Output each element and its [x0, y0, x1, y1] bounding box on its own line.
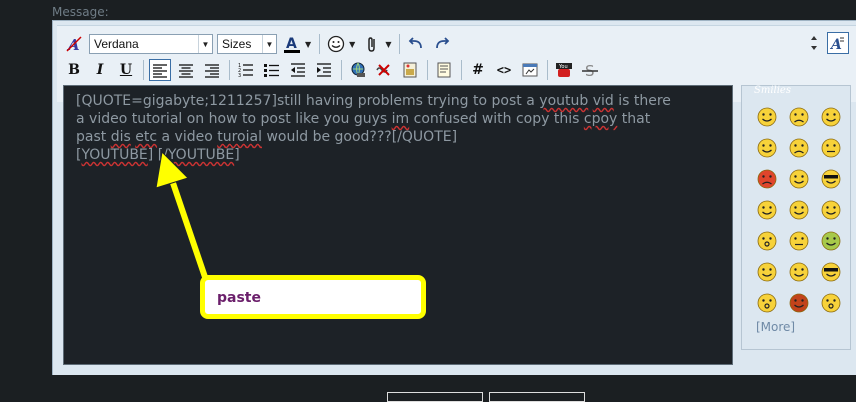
editor-line: past dis etc a video turoial would be go… — [76, 129, 458, 145]
smiley-happy-icon[interactable] — [820, 106, 842, 128]
toolbar-right-controls: A — [807, 32, 853, 54]
smiley-wow-icon[interactable] — [756, 230, 778, 252]
text-color-icon[interactable]: A — [281, 33, 303, 55]
smiley-grid — [756, 106, 842, 314]
smiley-neutral-icon[interactable] — [820, 137, 842, 159]
smiley-party-icon[interactable] — [756, 261, 778, 283]
chevron-down-icon: ▼ — [262, 35, 276, 53]
undo-icon[interactable] — [405, 33, 427, 55]
insert-link-icon[interactable] — [347, 59, 369, 81]
chevron-down-icon[interactable]: ▼ — [349, 40, 355, 49]
annotation-arrow-icon — [155, 150, 211, 282]
toolbar-divider — [319, 34, 321, 54]
italic-button[interactable]: I — [89, 59, 111, 81]
misspelled-word: turoial — [217, 129, 262, 145]
smiley-wink-icon[interactable] — [756, 199, 778, 221]
svg-text:3: 3 — [238, 73, 241, 79]
smiley-devil-icon[interactable] — [788, 292, 810, 314]
misspelled-word: YOUTUBE — [81, 147, 148, 163]
chevron-down-icon: ▼ — [198, 35, 212, 53]
smiley-smile-icon[interactable] — [820, 199, 842, 221]
smiley-sick-icon[interactable] — [820, 230, 842, 252]
redo-icon[interactable] — [431, 33, 453, 55]
editor-line: [QUOTE=gigabyte;1211257]still having pro… — [76, 93, 671, 109]
ordered-list-icon[interactable]: 123 — [235, 59, 257, 81]
misspelled-word: dis — [110, 129, 131, 145]
smiley-mad-icon[interactable] — [756, 168, 778, 190]
insert-image-icon[interactable] — [399, 59, 421, 81]
outdent-icon[interactable] — [287, 59, 309, 81]
font-select[interactable]: Verdana ▼ — [89, 34, 213, 54]
smiley-glasses-icon[interactable] — [820, 168, 842, 190]
svg-text:A: A — [286, 36, 297, 52]
preview-button[interactable] — [489, 392, 585, 402]
smiley-surprised-icon[interactable] — [820, 292, 842, 314]
paste-callout: paste — [200, 275, 426, 319]
youtube-icon[interactable]: You — [553, 59, 575, 81]
message-label: Message: — [52, 5, 109, 19]
smiley-cool-icon[interactable] — [820, 261, 842, 283]
toolbar-divider — [399, 34, 401, 54]
remove-format-icon[interactable]: A — [63, 33, 85, 55]
hash-button[interactable]: # — [467, 59, 489, 81]
smiley-smile-icon[interactable] — [756, 106, 778, 128]
misspelled-word: etc — [135, 129, 158, 145]
switch-editor-mode-icon[interactable]: A — [827, 32, 849, 54]
misspelled-word: im — [391, 111, 410, 127]
align-center-icon[interactable] — [175, 59, 197, 81]
submit-button[interactable] — [387, 392, 483, 402]
toolbar-row-1: A Verdana ▼ Sizes ▼ A ▼ ▼ ▼ — [63, 32, 457, 56]
smiley-sad-icon[interactable] — [788, 137, 810, 159]
chevron-down-icon[interactable]: ▼ — [305, 40, 311, 49]
svg-text:You: You — [558, 64, 568, 70]
smiley-angry-icon[interactable] — [788, 106, 810, 128]
indent-icon[interactable] — [313, 59, 335, 81]
misspelled-word: cpoy — [583, 111, 618, 127]
smiley-cheeky-icon[interactable] — [756, 137, 778, 159]
smiley-blush-icon[interactable] — [788, 199, 810, 221]
misspelled-word: youtub — [539, 93, 589, 109]
bottom-buttons — [387, 392, 591, 402]
svg-text:A: A — [829, 37, 842, 52]
smiley-picker-icon[interactable] — [325, 33, 347, 55]
resize-editor-icon[interactable] — [807, 32, 821, 54]
smiley-grin-icon[interactable] — [788, 261, 810, 283]
smiley-tongue-icon[interactable] — [788, 168, 810, 190]
quote-icon[interactable] — [433, 59, 455, 81]
remove-link-icon[interactable] — [373, 59, 395, 81]
php-code-icon[interactable] — [519, 59, 541, 81]
smilies-title: Smilies — [754, 85, 791, 96]
strikethrough-icon[interactable]: S — [579, 59, 601, 81]
attachment-icon[interactable] — [361, 33, 383, 55]
callout-text: paste — [217, 290, 261, 306]
bullet-list-icon[interactable] — [261, 59, 283, 81]
size-select-value: Sizes — [222, 37, 252, 51]
toolbar-divider — [229, 60, 230, 80]
bold-button[interactable]: B — [63, 59, 85, 81]
toolbar-row-2: B I U 123 # <> You — [63, 58, 605, 82]
align-left-icon[interactable] — [149, 59, 171, 81]
toolbar-divider — [547, 60, 548, 80]
underline-button[interactable]: U — [115, 59, 137, 81]
editor-line: a video tutorial on how to post like you… — [76, 111, 651, 127]
toolbar-divider — [461, 60, 462, 80]
toolbar-divider — [341, 60, 342, 80]
align-right-icon[interactable] — [201, 59, 223, 81]
smiley-eek-icon[interactable] — [756, 292, 778, 314]
chevron-down-icon[interactable]: ▼ — [385, 40, 391, 49]
font-select-value: Verdana — [94, 37, 139, 51]
size-select[interactable]: Sizes ▼ — [217, 34, 277, 54]
toolbar-divider — [427, 60, 428, 80]
more-smilies-link[interactable]: [More] — [756, 320, 795, 334]
smilies-panel: Smilies [More] — [741, 85, 851, 350]
code-button[interactable]: <> — [493, 59, 515, 81]
toolbar-divider — [143, 60, 144, 80]
smiley-neutral-icon[interactable] — [788, 230, 810, 252]
misspelled-word: vid — [592, 93, 614, 109]
